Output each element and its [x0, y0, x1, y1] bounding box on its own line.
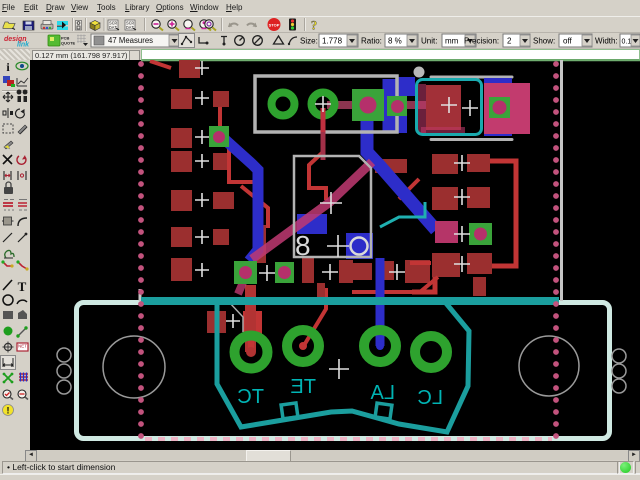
svg-text:link: link	[17, 42, 30, 49]
svg-text:Width:: Width:	[595, 37, 618, 46]
svg-text:i: i	[6, 60, 10, 74]
svg-text:Show:: Show:	[533, 37, 555, 46]
svg-text:2: 2	[507, 37, 512, 46]
svg-text:LC: LC	[417, 387, 443, 409]
svg-text:NET: NET	[18, 344, 27, 349]
svg-text:TE: TE	[290, 376, 316, 398]
svg-text:Ratio:: Ratio:	[361, 37, 382, 46]
svg-text:STOP: STOP	[269, 23, 280, 28]
svg-text:Unit:: Unit:	[421, 37, 437, 46]
svg-text:!: !	[7, 406, 10, 416]
svg-text:47 Measures: 47 Measures	[108, 36, 153, 45]
svg-text:QUOTE: QUOTE	[61, 41, 76, 46]
svg-text:LA: LA	[370, 382, 395, 404]
svg-text:mm: mm	[445, 37, 459, 46]
svg-text:off: off	[563, 37, 573, 46]
svg-text:Precision:: Precision:	[464, 37, 499, 46]
svg-text:?: ?	[311, 18, 318, 33]
svg-text:8: 8	[295, 230, 311, 261]
svg-text:T: T	[18, 279, 27, 294]
svg-text:1.778: 1.778	[322, 37, 343, 46]
svg-text:8 %: 8 %	[388, 37, 402, 46]
svg-text:Size:: Size:	[300, 37, 318, 46]
svg-text:TC: TC	[237, 386, 264, 408]
